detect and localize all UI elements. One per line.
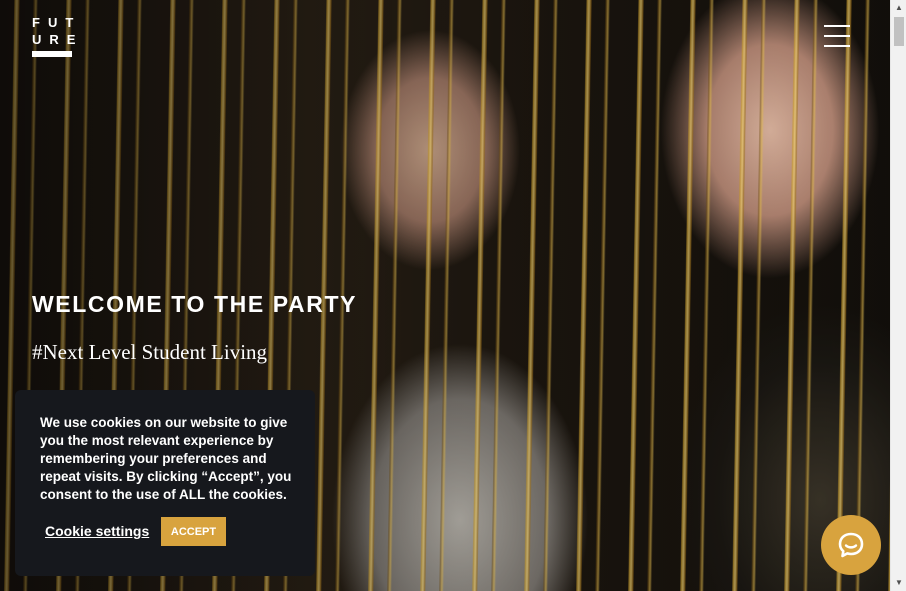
logo-underline-bar	[32, 51, 72, 57]
vertical-scrollbar[interactable]: ▲ ▼	[890, 0, 906, 591]
menu-line	[824, 35, 850, 37]
cookie-settings-link[interactable]: Cookie settings	[45, 523, 149, 539]
chat-bubble-icon	[838, 532, 864, 558]
menu-line	[824, 45, 850, 47]
scroll-down-arrow-icon[interactable]: ▼	[891, 575, 906, 591]
hero-headline: WELCOME TO THE PARTY	[32, 291, 358, 317]
hero-background-image: FUT URE WELCOME TO THE PARTY #Next Level…	[0, 0, 890, 591]
cookie-accept-button[interactable]: ACCEPT	[161, 517, 226, 546]
scrollbar-thumb[interactable]	[894, 17, 904, 46]
logo-text-line1: FUT	[32, 15, 82, 30]
scroll-up-arrow-icon[interactable]: ▲	[891, 0, 906, 16]
cookie-message: We use cookies on our website to give yo…	[40, 415, 292, 502]
menu-line	[824, 25, 850, 27]
cookie-banner: We use cookies on our website to give yo…	[15, 390, 315, 576]
future-logo[interactable]: FUT URE	[32, 14, 84, 57]
hero-subline: #Next Level Student Living	[32, 340, 268, 364]
logo-text-line2: URE	[32, 32, 84, 47]
hamburger-menu-icon[interactable]	[824, 25, 850, 47]
chat-launcher-button[interactable]	[821, 515, 881, 575]
